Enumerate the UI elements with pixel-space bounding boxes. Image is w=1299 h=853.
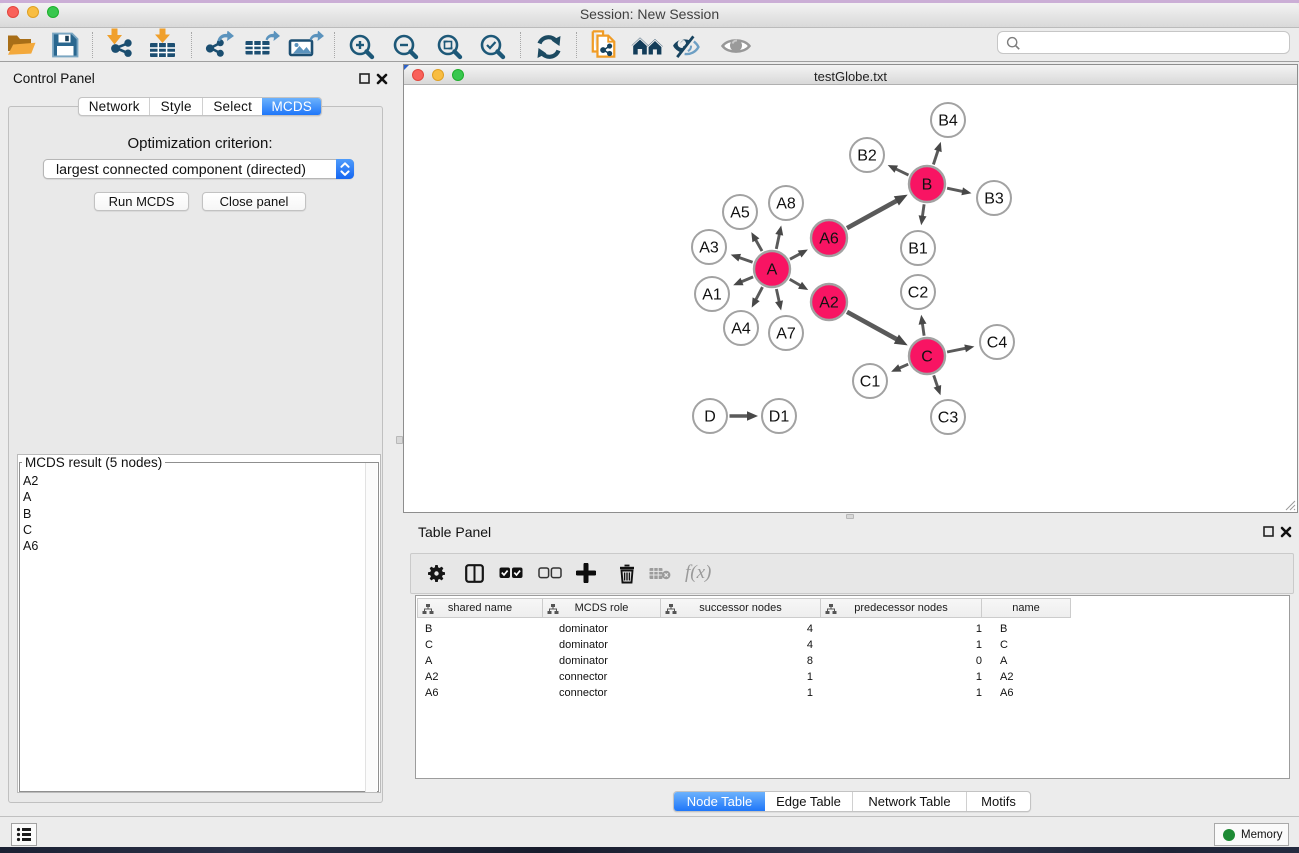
svg-text:C3: C3 [938,410,959,427]
svg-text:A2: A2 [819,295,839,312]
svg-text:A3: A3 [699,240,719,257]
svg-text:A5: A5 [730,205,750,222]
svg-text:C: C [921,349,933,366]
svg-text:A: A [767,262,778,279]
svg-text:A8: A8 [776,196,796,213]
svg-text:D: D [704,409,716,426]
svg-text:B2: B2 [857,148,877,165]
svg-text:C1: C1 [860,374,881,391]
svg-text:D1: D1 [769,409,790,426]
svg-text:A6: A6 [819,231,839,248]
svg-text:B3: B3 [984,191,1004,208]
svg-text:A4: A4 [731,321,751,338]
svg-text:B1: B1 [908,241,928,258]
svg-text:B4: B4 [938,113,958,130]
svg-text:A1: A1 [702,287,722,304]
svg-text:B: B [922,177,933,194]
svg-text:C4: C4 [987,335,1008,352]
svg-text:A7: A7 [776,326,796,343]
svg-text:C2: C2 [908,285,929,302]
